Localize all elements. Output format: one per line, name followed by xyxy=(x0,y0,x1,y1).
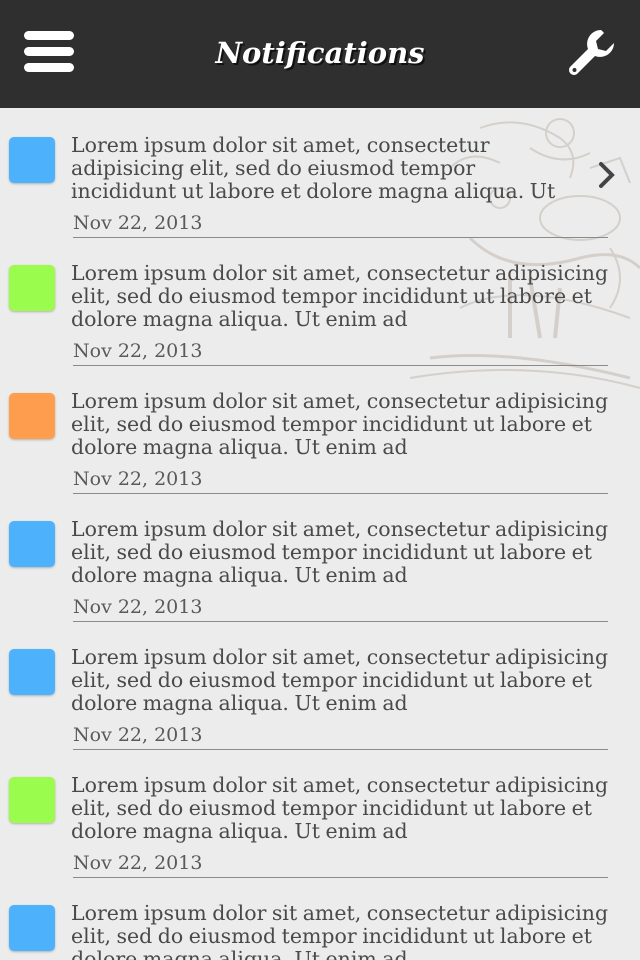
notification-message: Lorem ipsum dolor sit amet, consectetur … xyxy=(71,902,609,960)
notification-item[interactable]: Lorem ipsum dolor sit amet, consectetur … xyxy=(0,108,640,238)
notifications-screen: Notifications Lorem ipsum dolor sit amet… xyxy=(0,0,640,960)
notification-message: Lorem ipsum dolor sit amet, consectetur … xyxy=(71,134,556,203)
notification-message: Lorem ipsum dolor sit amet, consectetur … xyxy=(71,774,609,843)
header-bar: Notifications xyxy=(0,0,640,108)
notification-message: Lorem ipsum dolor sit amet, consectetur … xyxy=(71,646,609,715)
notification-item[interactable]: Lorem ipsum dolor sit amet, consectetur … xyxy=(0,364,640,494)
notification-item[interactable]: Lorem ipsum dolor sit amet, consectetur … xyxy=(0,876,640,960)
category-color-indicator xyxy=(9,777,55,823)
notification-item[interactable]: Lorem ipsum dolor sit amet, consectetur … xyxy=(0,492,640,622)
category-color-indicator xyxy=(9,265,55,311)
page-title: Notifications xyxy=(215,36,425,70)
notification-date: Nov 22, 2013 xyxy=(73,852,203,874)
category-color-indicator xyxy=(9,649,55,695)
notification-item[interactable]: Lorem ipsum dolor sit amet, consectetur … xyxy=(0,620,640,750)
notification-message: Lorem ipsum dolor sit amet, consectetur … xyxy=(71,262,609,331)
notification-item[interactable]: Lorem ipsum dolor sit amet, consectetur … xyxy=(0,748,640,878)
notification-item[interactable]: Lorem ipsum dolor sit amet, consectetur … xyxy=(0,236,640,366)
notification-date: Nov 22, 2013 xyxy=(73,340,203,362)
notification-date: Nov 22, 2013 xyxy=(73,468,203,490)
category-color-indicator xyxy=(9,905,55,951)
wrench-icon xyxy=(569,30,614,75)
notification-date: Nov 22, 2013 xyxy=(73,724,203,746)
chevron-right-icon xyxy=(599,162,615,188)
notification-message: Lorem ipsum dolor sit amet, consectetur … xyxy=(71,390,609,459)
notification-date: Nov 22, 2013 xyxy=(73,212,203,234)
notification-list: Lorem ipsum dolor sit amet, consectetur … xyxy=(0,108,640,960)
category-color-indicator xyxy=(9,393,55,439)
category-color-indicator xyxy=(9,521,55,567)
notification-message: Lorem ipsum dolor sit amet, consectetur … xyxy=(71,518,609,587)
settings-button[interactable] xyxy=(566,28,618,78)
category-color-indicator xyxy=(9,137,55,183)
notification-date: Nov 22, 2013 xyxy=(73,596,203,618)
